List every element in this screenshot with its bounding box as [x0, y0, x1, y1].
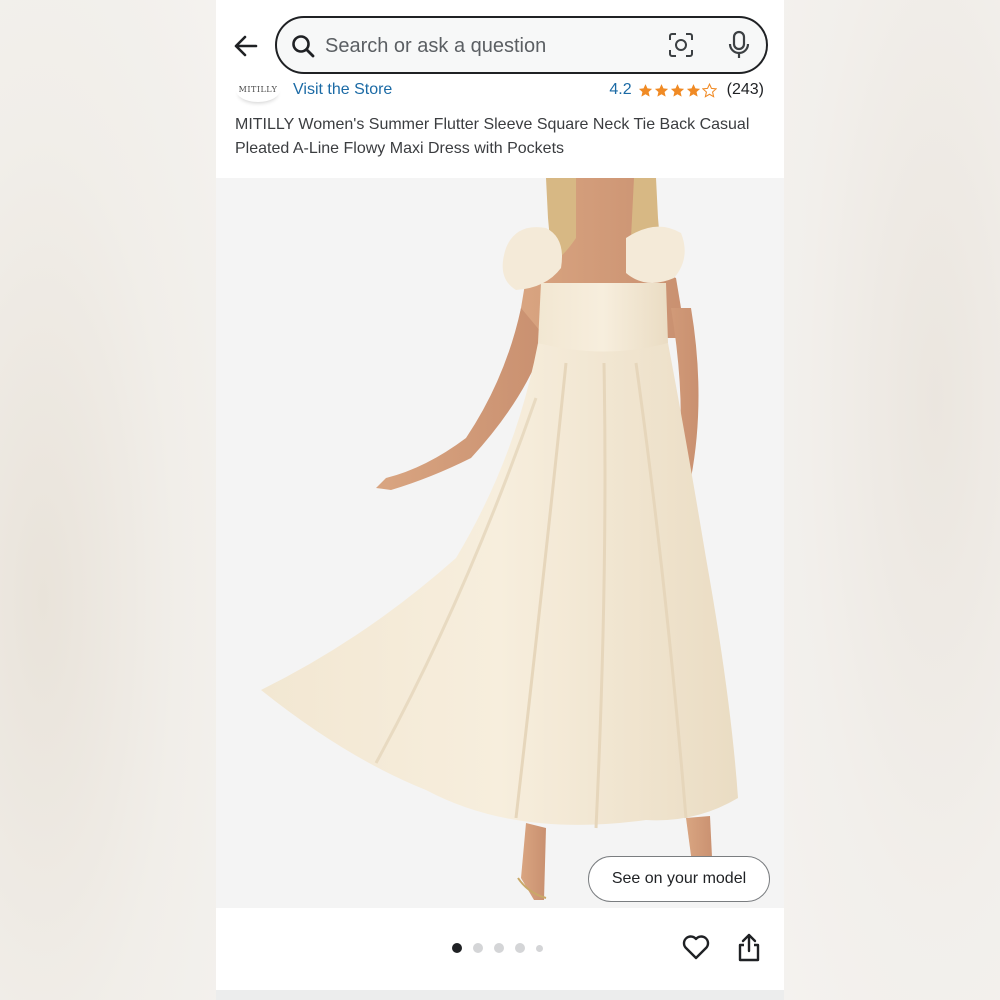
camera-search-icon[interactable] — [667, 31, 695, 59]
store-row: MITILLY Visit the Store 4.2 (243) — [216, 76, 784, 106]
product-title: MITILLY Women's Summer Flutter Sleeve Sq… — [235, 116, 750, 157]
product-page: MITILLY Visit the Store 4.2 (243) MITILL… — [216, 0, 784, 1000]
back-arrow-icon[interactable] — [230, 30, 262, 62]
rating-value: 4.2 — [609, 81, 632, 98]
star-full-icon — [670, 83, 684, 97]
background-left — [0, 0, 216, 1000]
star-rating — [638, 82, 717, 98]
carousel-dot-1[interactable] — [452, 943, 462, 953]
product-photo — [261, 178, 738, 900]
section-divider — [216, 990, 784, 1000]
visit-store-link[interactable]: Visit the Store — [293, 81, 392, 99]
carousel-dot-more[interactable] — [536, 944, 543, 952]
star-empty-icon — [701, 82, 717, 98]
search-header — [216, 0, 784, 80]
star-full-icon — [638, 83, 652, 97]
search-bar[interactable] — [275, 16, 768, 74]
star-full-icon — [686, 83, 700, 97]
share-icon[interactable] — [737, 932, 761, 962]
carousel-dot-3[interactable] — [494, 943, 504, 953]
star-full-icon — [654, 83, 668, 97]
image-controls-bar — [216, 908, 784, 990]
carousel-pagination — [452, 943, 543, 953]
carousel-dot-4[interactable] — [515, 943, 525, 953]
see-on-your-model-button[interactable]: See on your model — [588, 856, 770, 902]
rating-count: (243) — [726, 81, 764, 98]
search-input[interactable] — [325, 32, 655, 60]
brand-logo[interactable]: MITILLY — [236, 78, 280, 102]
carousel-dot-2[interactable] — [473, 943, 483, 953]
heart-icon[interactable] — [682, 934, 710, 960]
microphone-icon[interactable] — [727, 30, 751, 60]
search-icon — [292, 35, 315, 58]
background-right — [784, 0, 1000, 1000]
product-image-carousel[interactable]: See on your model — [216, 178, 784, 908]
rating-summary[interactable]: 4.2 (243) — [609, 81, 764, 99]
